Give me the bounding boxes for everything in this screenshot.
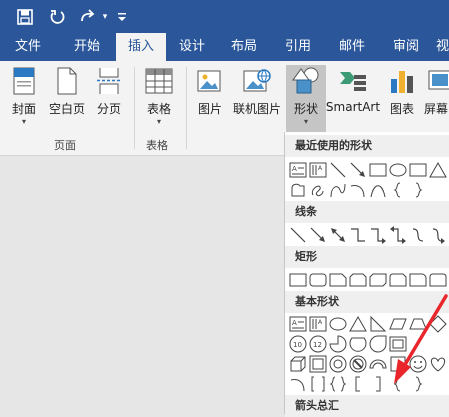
- annotation-arrow-icon: [394, 294, 448, 384]
